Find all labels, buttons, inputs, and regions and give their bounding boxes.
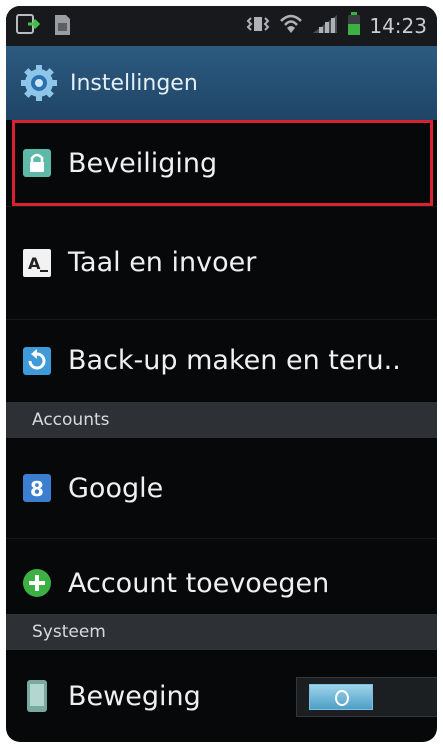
svg-text:8: 8: [30, 477, 44, 501]
add-account-icon: [20, 566, 54, 600]
page-title: Instellingen: [70, 70, 198, 96]
settings-item-language[interactable]: A Taal en invoer: [6, 206, 437, 320]
motion-phone-icon: [20, 679, 54, 713]
sim-card-icon: [52, 14, 72, 40]
svg-text:A: A: [28, 254, 41, 273]
phone-screen: 14:23 Instellingen Beveiliging A Taal en…: [6, 6, 437, 742]
motion-toggle[interactable]: [296, 677, 437, 717]
settings-item-backup[interactable]: Back-up maken en teru..: [6, 319, 437, 403]
settings-item-google[interactable]: 8 Google: [6, 438, 437, 539]
battery-icon: [347, 12, 361, 40]
signal-icon: [311, 13, 339, 39]
settings-item-label: Back-up maken en teru..: [68, 345, 401, 376]
settings-item-label: Taal en invoer: [68, 247, 257, 278]
wifi-icon: [279, 13, 303, 39]
settings-item-label: Account toevoegen: [68, 567, 330, 599]
highlight-box: [12, 120, 433, 206]
section-header-system: Systeem: [6, 614, 437, 650]
status-time: 14:23: [369, 14, 427, 38]
toggle-on-knob: [309, 684, 373, 710]
section-header-accounts: Accounts: [6, 402, 437, 438]
settings-gear-icon[interactable]: [20, 64, 58, 102]
download-icon: [16, 14, 41, 40]
vibrate-icon: [245, 14, 271, 38]
settings-item-label: Beweging: [68, 680, 201, 712]
settings-item-motion[interactable]: Beweging: [6, 650, 437, 742]
keyboard-language-icon: A: [20, 246, 54, 280]
google-icon: 8: [20, 471, 54, 505]
status-bar: 14:23: [6, 6, 437, 46]
settings-item-label: Google: [68, 472, 164, 504]
backup-restore-icon: [20, 344, 54, 378]
title-bar: Instellingen: [6, 46, 437, 120]
